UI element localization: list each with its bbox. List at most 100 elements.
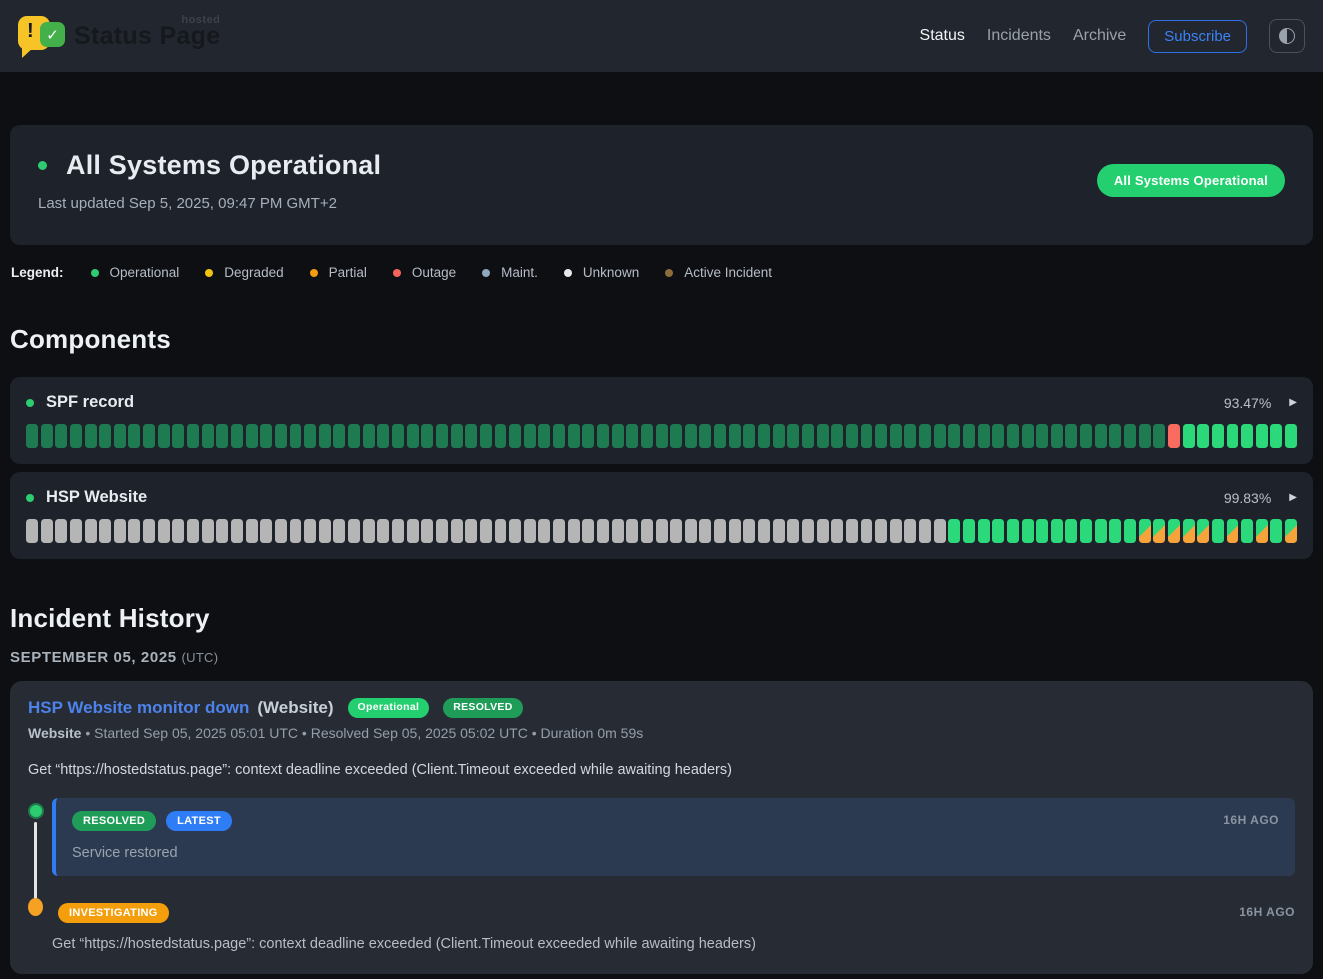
uptime-bar-dim	[861, 424, 873, 448]
operational-badge: Operational	[348, 698, 430, 718]
uptime-bar-up	[1212, 519, 1224, 543]
component-header-hsp-website[interactable]: HSP Website 99.83% ▶	[26, 488, 1297, 507]
legend-item: Maint.	[482, 265, 538, 280]
uptime-bar-dim	[758, 424, 770, 448]
uptime-bar-up	[1212, 424, 1224, 448]
legend-item-label: Unknown	[583, 265, 639, 280]
uptime-bar-nodata	[597, 519, 609, 543]
uptime-bar-dim	[875, 424, 887, 448]
uptime-bar-up	[978, 519, 990, 543]
uptime-bar-dim	[275, 424, 287, 448]
overall-status-card: All Systems Operational Last updated Sep…	[10, 125, 1313, 245]
uptime-bar-dim	[41, 424, 53, 448]
uptime-bar-nodata	[99, 519, 111, 543]
uptime-bar-dim	[1153, 424, 1165, 448]
uptime-bar-partial	[1139, 519, 1151, 543]
legend-status-dot	[482, 269, 490, 277]
uptime-bar-up	[1197, 424, 1209, 448]
legend-status-dot	[665, 269, 673, 277]
component-status-dot	[26, 399, 34, 407]
uptime-bar-nodata	[773, 519, 785, 543]
uptime-bar-dim	[919, 424, 931, 448]
uptime-bar-dim	[158, 424, 170, 448]
component-card-hsp-website: HSP Website 99.83% ▶	[10, 472, 1313, 559]
uptime-bar-nodata	[582, 519, 594, 543]
investigating-badge: INVESTIGATING	[58, 903, 169, 923]
uptime-bar-up	[1241, 424, 1253, 448]
uptime-bar-partial	[1285, 519, 1297, 543]
uptime-bar-dim	[1036, 424, 1048, 448]
uptime-bar-dim	[553, 424, 565, 448]
incident-meta-component: Website	[28, 725, 81, 741]
uptime-bar-up	[1270, 519, 1282, 543]
uptime-bar-partial	[1227, 519, 1239, 543]
uptime-bar-dim	[407, 424, 419, 448]
update-timestamp: 16H AGO	[1239, 905, 1295, 919]
uptime-bar-nodata	[231, 519, 243, 543]
uptime-bar-nodata	[158, 519, 170, 543]
brand[interactable]: ! ✓ Status Page hosted	[18, 13, 220, 59]
uptime-bar-up	[1183, 424, 1195, 448]
uptime-bar-dim	[143, 424, 155, 448]
uptime-bar-dim	[524, 424, 536, 448]
uptime-bar-partial	[1153, 519, 1165, 543]
uptime-bar-dim	[114, 424, 126, 448]
expand-caret-icon[interactable]: ▶	[1289, 492, 1297, 503]
legend-item-label: Partial	[329, 265, 367, 280]
uptime-bar-dim	[626, 424, 638, 448]
uptime-bar-dim	[1065, 424, 1077, 448]
uptime-bar-dim	[890, 424, 902, 448]
nav-archive[interactable]: Archive	[1073, 27, 1126, 45]
nav-incidents[interactable]: Incidents	[987, 27, 1051, 45]
uptime-bar-dim	[978, 424, 990, 448]
uptime-bar-dim	[1007, 424, 1019, 448]
uptime-bar-up	[1022, 519, 1034, 543]
uptime-bar-nodata	[685, 519, 697, 543]
uptime-bar-nodata	[246, 519, 258, 543]
uptime-bar-dim	[685, 424, 697, 448]
uptime-bar-dim	[99, 424, 111, 448]
uptime-bar-nodata	[392, 519, 404, 543]
uptime-bar-nodata	[817, 519, 829, 543]
legend-item-label: Outage	[412, 265, 456, 280]
uptime-bar-dim	[699, 424, 711, 448]
latest-badge: LATEST	[166, 811, 232, 831]
uptime-bar-nodata	[143, 519, 155, 543]
legend-item-label: Degraded	[224, 265, 283, 280]
uptime-percentage: 93.47%	[1224, 395, 1271, 411]
uptime-bar-nodata	[758, 519, 770, 543]
uptime-bar-nodata	[377, 519, 389, 543]
subscribe-button[interactable]: Subscribe	[1148, 20, 1247, 53]
uptime-bar-dim	[246, 424, 258, 448]
component-header-spf[interactable]: SPF record 93.47% ▶	[26, 393, 1297, 412]
uptime-bar-dim	[597, 424, 609, 448]
incident-title-link[interactable]: HSP Website monitor down	[28, 698, 249, 718]
uptime-bar-up	[1256, 424, 1268, 448]
uptime-bar-dim	[128, 424, 140, 448]
timeline-node-investigating	[28, 898, 43, 916]
uptime-bar-dim	[1095, 424, 1107, 448]
uptime-bar-dim	[377, 424, 389, 448]
uptime-bar-dim	[817, 424, 829, 448]
uptime-bar-up	[1036, 519, 1048, 543]
uptime-bar-nodata	[656, 519, 668, 543]
theme-toggle-button[interactable]	[1269, 19, 1305, 53]
component-name: SPF record	[46, 393, 134, 412]
uptime-bar-dim	[773, 424, 785, 448]
uptime-bar-up	[1065, 519, 1077, 543]
uptime-bar-dim	[290, 424, 302, 448]
legend: Legend: OperationalDegradedPartialOutage…	[10, 265, 1313, 280]
legend-item: Partial	[310, 265, 367, 280]
uptime-bar-nodata	[319, 519, 331, 543]
uptime-bar-up	[992, 519, 1004, 543]
uptime-bar-dim	[231, 424, 243, 448]
uptime-bar-nodata	[699, 519, 711, 543]
nav-status[interactable]: Status	[920, 27, 965, 45]
legend-item: Outage	[393, 265, 456, 280]
uptime-bar-nodata	[787, 519, 799, 543]
expand-caret-icon[interactable]: ▶	[1289, 397, 1297, 408]
incident-card: HSP Website monitor down (Website) Opera…	[10, 681, 1313, 974]
brand-name: Status Page hosted	[74, 22, 220, 51]
uptime-bar-dim	[260, 424, 272, 448]
uptime-bar-dim	[509, 424, 521, 448]
